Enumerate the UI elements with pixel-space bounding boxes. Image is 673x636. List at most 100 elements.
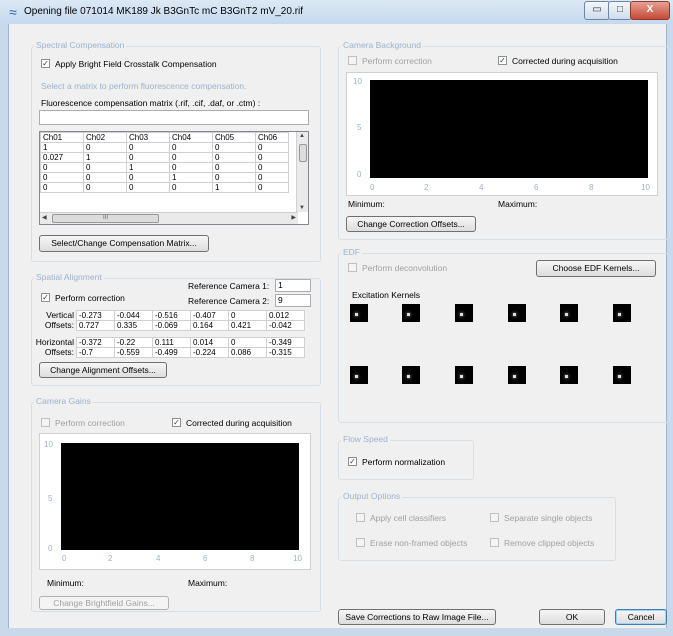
table-cell[interactable]: -0.372 xyxy=(76,337,115,348)
table-cell[interactable]: 0 xyxy=(212,162,256,173)
ok-button[interactable]: OK xyxy=(539,609,605,625)
table-cell[interactable]: -0.407 xyxy=(190,310,229,321)
save-corrections-button[interactable]: Save Corrections to Raw Image File... xyxy=(338,609,496,625)
choose-edf-kernels-button[interactable]: Choose EDF Kernels... xyxy=(536,260,656,277)
background-during-acq-checkbox[interactable]: ✓ xyxy=(498,56,507,65)
edf-perform-checkbox[interactable] xyxy=(348,263,357,272)
table-cell[interactable]: 0 xyxy=(212,142,256,153)
table-cell[interactable]: 0 xyxy=(255,172,289,183)
gains-perform-checkbox[interactable] xyxy=(41,418,50,427)
title-bar[interactable]: ≈ Opening file 071014 MK189 Jk B3GnTc mC… xyxy=(0,0,673,25)
vertical-scrollbar[interactable]: ▲ ▼ xyxy=(296,132,308,212)
change-compensation-matrix-button[interactable]: Select/Change Compensation Matrix... xyxy=(39,235,209,252)
table-cell[interactable]: -0.069 xyxy=(152,320,191,331)
table-cell[interactable]: 0 xyxy=(255,142,289,153)
table-cell[interactable]: 1 xyxy=(126,162,170,173)
table-cell[interactable]: 0 xyxy=(228,310,267,321)
table-cell[interactable]: -0.224 xyxy=(190,347,229,358)
table-cell[interactable]: 0 xyxy=(169,182,213,193)
table-cell[interactable]: -0.042 xyxy=(266,320,305,331)
scroll-up-icon[interactable]: ▲ xyxy=(299,133,305,139)
spatial-perform-checkbox[interactable]: ✓ xyxy=(41,293,50,302)
bf-crosstalk-checkbox[interactable]: ✓ xyxy=(41,59,50,68)
flow-normalize-checkbox[interactable]: ✓ xyxy=(348,457,357,466)
table-cell[interactable]: 0 xyxy=(212,172,256,183)
table-cell[interactable]: 0.727 xyxy=(76,320,115,331)
gains-y-tick: 10 xyxy=(44,440,53,449)
table-cell[interactable]: 0.012 xyxy=(266,310,305,321)
table-cell[interactable]: 1 xyxy=(169,172,213,183)
table-cell[interactable]: 0 xyxy=(83,172,127,183)
table-cell[interactable]: 0.027 xyxy=(40,152,84,163)
close-button[interactable]: X xyxy=(630,1,670,20)
table-cell[interactable]: 0 xyxy=(255,182,289,193)
background-x-tick: 2 xyxy=(424,183,429,192)
table-cell[interactable]: -0.22 xyxy=(114,337,153,348)
horizontal-scroll-thumb[interactable]: III xyxy=(52,214,159,223)
table-cell[interactable]: 0 xyxy=(255,152,289,163)
table-cell[interactable]: -0.499 xyxy=(152,347,191,358)
table-cell[interactable]: -0.7 xyxy=(76,347,115,358)
horizontal-offsets-table[interactable]: -0.372 -0.22 0.111 0.014 0 -0.349 -0.7 -0.559 -0… xyxy=(76,337,305,358)
apply-classifiers-checkbox[interactable] xyxy=(356,513,365,522)
gains-y-tick: 5 xyxy=(48,494,53,503)
matrix-file-input[interactable] xyxy=(39,110,309,125)
table-cell[interactable]: 0 xyxy=(83,142,127,153)
table-cell[interactable]: 0 xyxy=(212,152,256,163)
table-cell[interactable]: 0 xyxy=(40,162,84,173)
table-cell[interactable]: -0.559 xyxy=(114,347,153,358)
table-cell[interactable]: 0.014 xyxy=(190,337,229,348)
table-cell[interactable]: 0.335 xyxy=(114,320,153,331)
table-cell[interactable]: 0 xyxy=(126,152,170,163)
table-cell[interactable]: 0 xyxy=(169,162,213,173)
table-cell[interactable]: 0.111 xyxy=(152,337,191,348)
table-cell[interactable]: -0.315 xyxy=(266,347,305,358)
table-cell[interactable]: -0.516 xyxy=(152,310,191,321)
table-cell[interactable]: 1 xyxy=(40,142,84,153)
table-cell[interactable]: 0 xyxy=(228,337,267,348)
table-cell[interactable]: 0 xyxy=(83,182,127,193)
table-cell[interactable]: 0.421 xyxy=(228,320,267,331)
table-cell[interactable]: 1 xyxy=(212,182,256,193)
table-cell[interactable]: 0.164 xyxy=(190,320,229,331)
background-x-tick: 6 xyxy=(534,183,539,192)
table-cell[interactable]: -0.273 xyxy=(76,310,115,321)
background-perform-checkbox[interactable] xyxy=(348,56,357,65)
change-alignment-offsets-button[interactable]: Change Alignment Offsets... xyxy=(39,362,167,378)
vertical-scroll-thumb[interactable] xyxy=(299,144,307,162)
table-cell[interactable]: 1 xyxy=(83,152,127,163)
change-brightfield-gains-button[interactable]: Change Brightfield Gains... xyxy=(39,596,169,610)
table-cell[interactable]: 0 xyxy=(126,182,170,193)
maximize-button[interactable]: □ xyxy=(608,1,632,20)
change-correction-offsets-button[interactable]: Change Correction Offsets... xyxy=(346,216,476,232)
scroll-right-icon[interactable]: ▶ xyxy=(291,214,296,221)
table-cell[interactable]: 0 xyxy=(169,142,213,153)
gains-during-acq-checkbox[interactable]: ✓ xyxy=(172,418,181,427)
table-cell[interactable]: 0 xyxy=(255,162,289,173)
table-cell[interactable]: 0.086 xyxy=(228,347,267,358)
compensation-matrix-grid[interactable]: Ch01 Ch02 Ch03 Ch04 Ch05 Ch06 1 0 0 0 0 0 0.02… xyxy=(39,131,309,225)
ref-camera2-field[interactable]: 9 xyxy=(275,294,311,307)
vertical-offsets-table[interactable]: -0.273 -0.044 -0.516 -0.407 0 0.012 0.727 0.335… xyxy=(76,310,305,331)
background-maximum-label: Maximum: xyxy=(498,199,538,209)
remove-clipped-checkbox[interactable] xyxy=(490,538,499,547)
cancel-button[interactable]: Cancel xyxy=(615,609,667,625)
separate-single-checkbox[interactable] xyxy=(490,513,499,522)
flow-speed-label: Flow Speed xyxy=(341,434,390,444)
horizontal-scrollbar[interactable]: ◀ III ▶ xyxy=(40,212,298,224)
table-cell[interactable]: 0 xyxy=(126,172,170,183)
scroll-down-icon[interactable]: ▼ xyxy=(299,205,305,211)
gains-plot-frame: 10 5 0 0 2 4 6 8 10 xyxy=(39,433,311,570)
table-cell[interactable]: 0 xyxy=(169,152,213,163)
table-cell[interactable]: 0 xyxy=(40,182,84,193)
table-cell[interactable]: -0.349 xyxy=(266,337,305,348)
scroll-left-icon[interactable]: ◀ xyxy=(42,214,47,221)
excitation-kernel-thumbnail xyxy=(560,304,578,322)
minimize-button[interactable]: ▭ xyxy=(584,1,610,20)
table-cell[interactable]: 0 xyxy=(126,142,170,153)
erase-nonframed-checkbox[interactable] xyxy=(356,538,365,547)
table-cell[interactable]: 0 xyxy=(40,172,84,183)
table-cell[interactable]: -0.044 xyxy=(114,310,153,321)
ref-camera1-field[interactable]: 1 xyxy=(275,279,311,292)
table-cell[interactable]: 0 xyxy=(83,162,127,173)
